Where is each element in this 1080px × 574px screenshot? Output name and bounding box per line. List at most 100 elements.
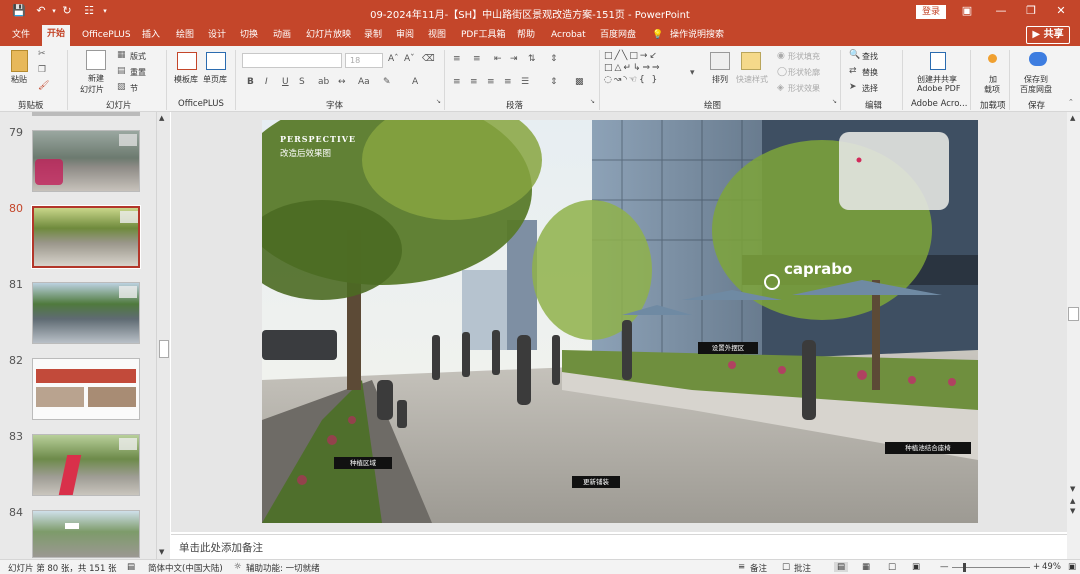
shapes-gallery[interactable]: □╱╲□→↙ □△↵↳⇒⇒ ◌↝◝☜{ } — [604, 50, 688, 94]
notes-placeholder[interactable]: 单击此处添加备注 — [179, 540, 263, 555]
find-button[interactable]: 查找 — [862, 51, 878, 62]
decrease-font-icon[interactable]: Aˇ — [404, 54, 415, 64]
shape-fill-button[interactable]: 形状填充 — [788, 51, 820, 62]
tab-animations[interactable]: 动画 — [273, 28, 291, 42]
tab-transitions[interactable]: 切换 — [240, 28, 258, 42]
font-size-combo[interactable]: 18 — [345, 53, 383, 68]
adobe-pdf-icon[interactable] — [930, 52, 946, 70]
baidu-cloud-icon[interactable] — [1029, 52, 1047, 66]
scroll-down-icon[interactable]: ▼ — [159, 548, 164, 556]
cut-icon[interactable]: ✂ — [38, 49, 46, 59]
slide-thumbnail-84[interactable] — [32, 510, 140, 558]
comments-icon[interactable]: □ — [782, 562, 790, 572]
scroll-up-icon[interactable]: ▲ — [1070, 114, 1075, 122]
slide-thumbnail-82[interactable] — [32, 358, 140, 420]
align-text-icon[interactable]: ⇕ — [550, 77, 558, 87]
font-name-combo[interactable] — [242, 53, 342, 68]
underline-button[interactable]: U — [282, 77, 289, 87]
font-color-icon[interactable]: A — [412, 77, 418, 87]
reading-view-icon[interactable]: □ — [888, 562, 896, 572]
justify-icon[interactable]: ≡ — [504, 77, 512, 87]
next-slide-icon[interactable]: ▼ — [1070, 507, 1075, 515]
customize-icon[interactable]: ☷ — [82, 4, 96, 18]
section-button[interactable]: 节 — [130, 83, 138, 94]
tab-design[interactable]: 设计 — [208, 28, 226, 42]
template-library-label[interactable]: 模板库 — [174, 74, 198, 85]
notes-pane[interactable]: 单击此处添加备注 — [171, 534, 1067, 559]
clear-format-icon[interactable]: ⌫ — [422, 54, 435, 64]
bullets-icon[interactable]: ≡ — [453, 54, 461, 64]
increase-indent-icon[interactable]: ⇥ — [510, 54, 518, 64]
change-case-icon[interactable]: Aa — [358, 77, 370, 87]
share-button[interactable]: ▶ 共享 — [1026, 26, 1070, 44]
char-spacing-icon[interactable]: ↔ — [338, 77, 346, 87]
normal-view-icon[interactable]: ▤ — [834, 562, 849, 572]
slide-thumbnail-81[interactable] — [32, 282, 140, 344]
smartart-icon[interactable]: ▩ — [575, 77, 584, 87]
align-right-icon[interactable]: ≡ — [487, 77, 495, 87]
find-icon[interactable]: 🔍 — [849, 50, 860, 60]
undo-icon[interactable]: ↶ — [34, 4, 48, 18]
layout-button[interactable]: 版式 — [130, 51, 146, 62]
undo-dropdown-icon[interactable]: ▾ — [47, 4, 61, 18]
tab-home[interactable]: 开始 — [42, 25, 71, 46]
tell-me-search[interactable]: 操作说明搜索 — [670, 28, 724, 42]
tab-file[interactable]: 文件 — [12, 28, 30, 42]
adobe-pdf-label[interactable]: Adobe PDF — [917, 84, 960, 93]
single-page-library-label[interactable]: 单页库 — [203, 74, 227, 85]
tab-slideshow[interactable]: 幻灯片放映 — [306, 28, 351, 42]
highlight-icon[interactable]: ✎ — [383, 77, 391, 87]
scrollbar-thumb[interactable] — [1068, 307, 1079, 321]
editor-scrollbar[interactable]: ▲ ▼ ▲ ▼ — [1067, 112, 1080, 559]
spelling-icon[interactable]: ▤ — [127, 562, 135, 572]
slide-thumbnail-83[interactable] — [32, 434, 140, 496]
drawing-dialog-launcher-icon[interactable]: ↘ — [832, 98, 837, 105]
tab-pdf-toolbox[interactable]: PDF工具箱 — [461, 28, 506, 42]
layout-icon[interactable]: ▦ — [117, 50, 126, 60]
template-library-icon[interactable] — [177, 52, 197, 70]
fit-slide-icon[interactable]: ▣ — [1068, 562, 1076, 572]
comments-button[interactable]: 批注 — [794, 562, 811, 574]
tab-review[interactable]: 审阅 — [396, 28, 414, 42]
customize-dropdown-icon[interactable]: ▾ — [98, 4, 112, 18]
single-page-library-icon[interactable] — [206, 52, 226, 70]
addins-label2[interactable]: 载项 — [984, 84, 1000, 95]
increase-font-icon[interactable]: Aˆ — [388, 54, 399, 64]
login-button[interactable]: 登录 — [916, 5, 946, 19]
paste-label[interactable]: 粘贴 — [11, 74, 27, 85]
section-icon[interactable]: ▧ — [117, 82, 126, 92]
shape-effect-button[interactable]: 形状效果 — [788, 83, 820, 94]
numbering-icon[interactable]: ≡ — [473, 54, 481, 64]
tab-acrobat[interactable]: Acrobat — [551, 28, 586, 42]
bold-button[interactable]: B — [247, 77, 254, 87]
columns-icon[interactable]: ☰ — [521, 77, 529, 87]
paragraph-dialog-launcher-icon[interactable]: ↘ — [590, 98, 595, 105]
zoom-in-icon[interactable]: + — [1033, 562, 1040, 572]
previous-slide-icon[interactable]: ▲ — [1070, 497, 1075, 505]
zoom-out-icon[interactable]: — — [940, 562, 949, 572]
scroll-up-icon[interactable]: ▲ — [159, 114, 164, 122]
quick-styles-button[interactable]: 快速样式 — [736, 74, 768, 85]
zoom-level[interactable]: 49% — [1042, 562, 1061, 572]
save-icon[interactable]: 💾 — [12, 4, 26, 18]
language-indicator[interactable]: 简体中文(中国大陆) — [148, 562, 223, 574]
strikethrough-icon[interactable]: ab — [318, 77, 329, 87]
notes-icon[interactable]: ≡ — [738, 562, 745, 572]
new-slide-label[interactable]: 新建 — [88, 73, 104, 84]
paste-icon[interactable] — [11, 50, 28, 72]
restore-icon[interactable]: ❐ — [1024, 4, 1038, 18]
reset-icon[interactable]: ▤ — [117, 66, 126, 76]
reset-button[interactable]: 重置 — [130, 67, 146, 78]
close-icon[interactable]: ✕ — [1054, 4, 1068, 18]
tab-help[interactable]: 帮助 — [517, 28, 535, 42]
tab-insert[interactable]: 插入 — [142, 28, 160, 42]
scroll-down-icon[interactable]: ▼ — [1070, 485, 1075, 493]
shape-outline-button[interactable]: 形状轮廓 — [788, 67, 820, 78]
replace-icon[interactable]: ⇄ — [849, 66, 857, 76]
copy-icon[interactable]: ❐ — [38, 65, 46, 75]
tab-view[interactable]: 视图 — [428, 28, 446, 42]
thumbnail-scrollbar[interactable]: ▲ ▼ — [156, 112, 170, 559]
arrange-icon[interactable] — [710, 52, 730, 70]
addins-icon[interactable] — [988, 54, 997, 63]
accessibility-icon[interactable]: ☼ — [234, 562, 242, 572]
